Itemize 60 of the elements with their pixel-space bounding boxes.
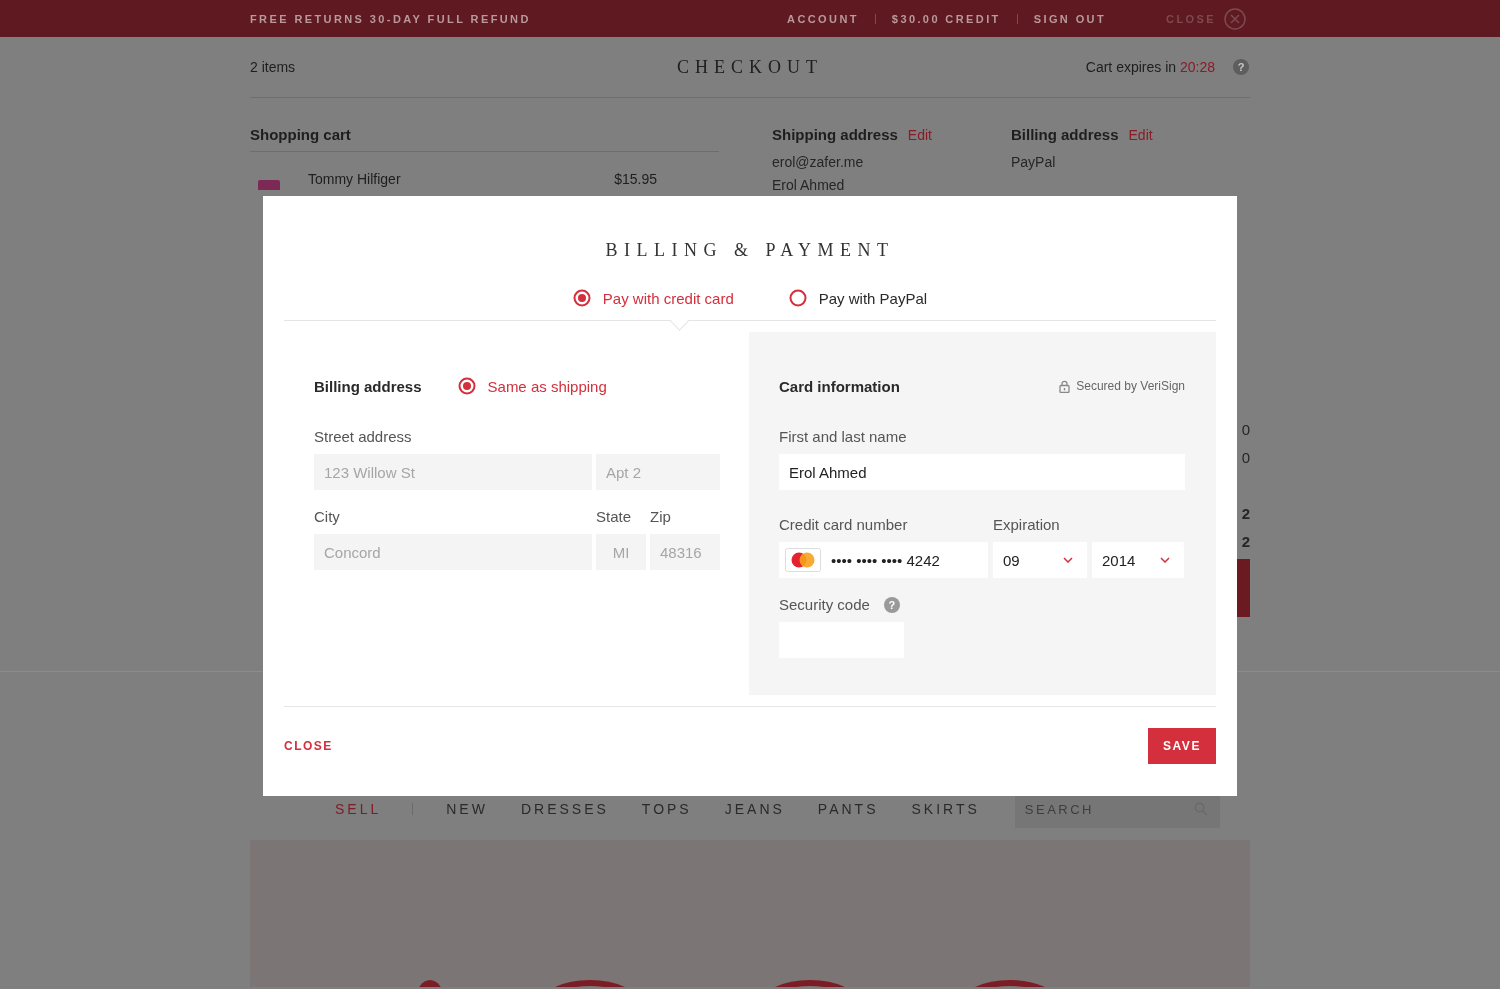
summary-value: 2 [1241, 504, 1250, 524]
section-title: Shopping cart [250, 126, 719, 152]
promo-text: FREE RETURNS 30-DAY FULL REFUND [250, 12, 531, 25]
caret-icon [1160, 557, 1170, 563]
top-link[interactable]: SIGN OUT [1033, 12, 1107, 25]
nav-link[interactable]: TOPS [641, 801, 692, 817]
top-link[interactable]: $30.00 CREDIT [891, 12, 1001, 25]
page-title: CHECKOUT [677, 56, 823, 78]
product-price: $15.95 [614, 171, 657, 187]
select-field[interactable]: 2014 [1092, 542, 1184, 578]
nav-link[interactable]: JEANS [724, 801, 785, 817]
field-label: City [314, 508, 341, 526]
edit-link[interactable]: Edit [1128, 127, 1153, 143]
card-logo-icon [785, 548, 821, 572]
secure-note: Secured by VeriSign [1076, 379, 1185, 393]
field-label: Zip [650, 508, 672, 526]
close-link[interactable]: CLOSE [284, 739, 333, 753]
summary-value: 2 [1241, 532, 1250, 552]
caret-icon [1063, 557, 1073, 563]
option-label[interactable]: Pay with PayPal [818, 289, 928, 307]
radio-button[interactable] [457, 377, 476, 395]
field-label: Security code [779, 596, 870, 614]
nav-link[interactable]: PANTS [817, 801, 879, 817]
section-title: Shipping address [772, 126, 898, 143]
field-label: Expiration [993, 516, 1061, 534]
summary-value: 0 [1241, 420, 1250, 440]
edit-link[interactable]: Edit [907, 127, 932, 143]
section-title: Card information [779, 377, 900, 395]
top-link[interactable]: ACCOUNT [787, 12, 859, 25]
option-label[interactable]: Same as shipping [487, 377, 607, 395]
nav-link[interactable]: SKIRTS [911, 801, 980, 817]
option-label[interactable]: Pay with credit card [602, 289, 734, 307]
field-label: First and last name [779, 428, 908, 446]
save-button[interactable]: SAVE [1148, 728, 1216, 764]
address-line: PayPal [1011, 153, 1057, 172]
section-title: Billing address [314, 377, 422, 395]
cart-expiry-text: Cart expires in 20:28 [1085, 59, 1215, 75]
field-label: Street address [314, 428, 413, 446]
help-icon[interactable]: ? [883, 597, 900, 613]
close-icon [1224, 7, 1246, 30]
radio-button[interactable] [788, 289, 807, 307]
select-field[interactable]: 09 [993, 542, 1087, 578]
section-title: Billing address [1011, 126, 1119, 143]
nav-link[interactable]: SELL [335, 801, 382, 817]
lock-icon [1059, 379, 1071, 393]
radio-button[interactable] [572, 289, 591, 307]
input-field[interactable]: Erol Ahmed [779, 454, 1185, 490]
product-thumbnail [258, 180, 280, 190]
address-line: Erol Ahmed [772, 176, 846, 195]
field-label: State [596, 508, 633, 526]
field-label: Credit card number [779, 516, 909, 534]
item-count: 2 items [250, 59, 297, 75]
dialog-title: BILLING & PAYMENT [604, 240, 896, 261]
nav-link[interactable]: DRESSES [520, 801, 609, 817]
product-name: Tommy Hilfiger [308, 171, 402, 187]
summary-value: 0 [1241, 448, 1250, 468]
address-line: erol@zafer.me [772, 153, 865, 172]
nav-link[interactable]: NEW [446, 801, 488, 817]
input-field[interactable]: •••• •••• •••• 4242 [779, 542, 988, 578]
help-icon[interactable]: ? [1233, 59, 1249, 75]
